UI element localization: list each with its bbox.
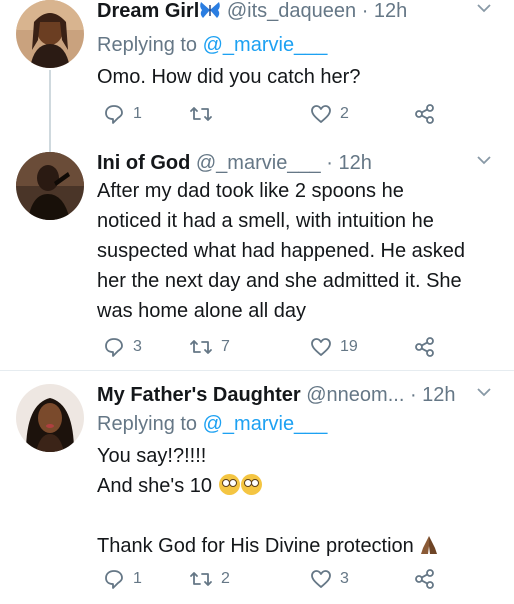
retweet-button[interactable]: 2	[189, 568, 230, 590]
heart-icon	[311, 105, 331, 123]
display-name[interactable]: My Father's Daughter	[97, 384, 301, 406]
replying-to: Replying to @_marvie___	[97, 413, 328, 435]
flushed-face-icon	[218, 474, 240, 495]
chevron-down-icon[interactable]	[476, 154, 492, 166]
heart-icon	[311, 570, 331, 588]
reply-button[interactable]: 1	[103, 103, 142, 125]
action-bar: 1 2	[97, 103, 497, 125]
like-button[interactable]: 3	[310, 568, 349, 590]
share-icon	[415, 337, 434, 357]
like-button[interactable]: 2	[310, 103, 349, 125]
flushed-face-icon	[240, 474, 262, 495]
timestamp[interactable]: · 12h	[410, 384, 456, 406]
reply-button[interactable]: 1	[103, 568, 142, 590]
replying-to: Replying to @_marvie___	[97, 34, 328, 56]
avatar[interactable]	[16, 152, 84, 220]
handle[interactable]: @its_daqueen	[227, 0, 356, 22]
display-name[interactable]: Dream Girl	[97, 0, 199, 22]
heart-icon	[311, 338, 331, 356]
retweet-icon	[190, 107, 212, 121]
avatar[interactable]	[16, 0, 84, 68]
retweet-button[interactable]	[189, 103, 213, 125]
reply-icon	[105, 105, 123, 124]
timestamp[interactable]: · 12h	[326, 152, 372, 174]
timestamp[interactable]: · 12h	[362, 0, 408, 22]
action-bar: 1 2 3	[97, 568, 497, 590]
share-button[interactable]	[414, 103, 436, 125]
reply-button[interactable]: 3	[103, 336, 142, 358]
share-icon	[415, 104, 434, 124]
handle[interactable]: @nneom...	[306, 384, 404, 406]
tweet-text: After my dad took like 2 spoons he notic…	[97, 180, 466, 322]
butterfly-icon	[200, 2, 221, 18]
action-bar: 3 7 19	[97, 336, 497, 358]
share-button[interactable]	[414, 568, 436, 590]
reply-mention-link[interactable]: @_marvie___	[203, 413, 328, 435]
reply-mention-link[interactable]: @_marvie___	[203, 34, 328, 56]
tweet-2[interactable]: Ini of God @_marvie___ · 12h After my da…	[0, 140, 514, 370]
tweet-3[interactable]: My Father's Daughter @nneom... · 12h Rep…	[0, 371, 514, 604]
tweet-text: Omo. How did you catch her?	[97, 66, 361, 88]
tweet-header: My Father's Daughter @nneom... · 12h	[97, 384, 504, 412]
share-button[interactable]	[414, 336, 436, 358]
display-name[interactable]: Ini of God	[97, 152, 190, 174]
share-icon	[415, 569, 434, 589]
retweet-icon	[190, 572, 212, 586]
retweet-button[interactable]: 7	[189, 336, 230, 358]
chevron-down-icon[interactable]	[476, 386, 492, 398]
tweet-1[interactable]: Dream Girl @its_daqueen · 12h Replying t…	[0, 0, 514, 140]
reply-icon	[105, 338, 123, 357]
tweet-header: Dream Girl @its_daqueen · 12h	[97, 0, 504, 28]
chevron-down-icon[interactable]	[476, 2, 492, 14]
tweet-text: You say!?!!!! And she's 10 Thank God for…	[97, 441, 500, 561]
thread-line	[49, 70, 51, 140]
handle[interactable]: @_marvie___	[196, 152, 321, 174]
folded-hands-icon	[420, 536, 437, 554]
avatar[interactable]	[16, 384, 84, 452]
like-button[interactable]: 19	[310, 336, 358, 358]
thread-line	[49, 140, 51, 152]
retweet-icon	[190, 340, 212, 354]
reply-icon	[105, 570, 123, 589]
